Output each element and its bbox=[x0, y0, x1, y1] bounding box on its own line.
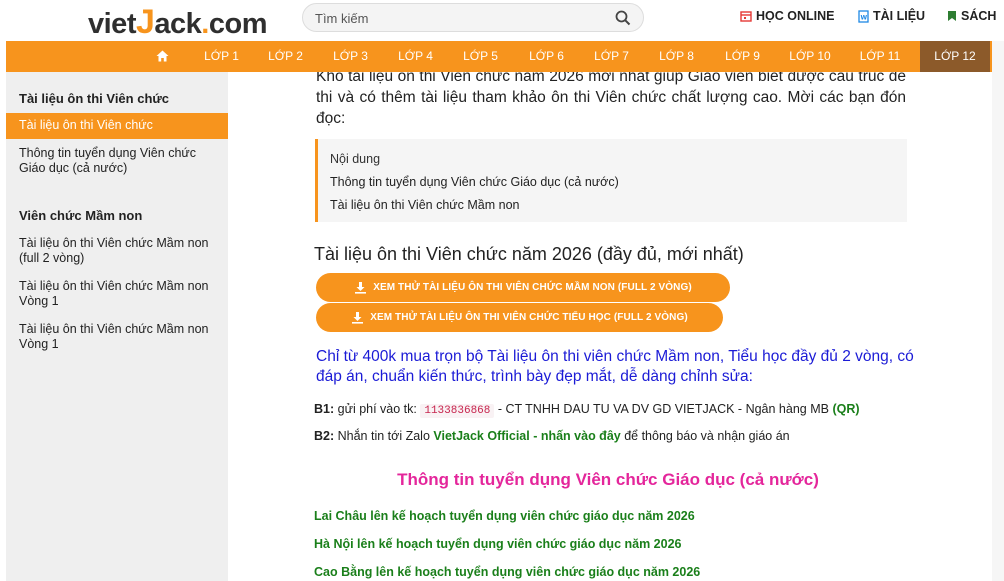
sidebar-item-tai-lieu-active[interactable]: Tài liệu ôn thi Viên chức bbox=[6, 113, 228, 139]
download-mam-non-button[interactable]: XEM THỬ TÀI LIỆU ÔN THI VIÊN CHỨC MẦM NO… bbox=[316, 273, 730, 302]
toc-link-mam-non[interactable]: Tài liệu ôn thi Viên chức Mầm non bbox=[330, 198, 519, 212]
document-icon: W bbox=[858, 9, 869, 23]
logo-text-ack: ack bbox=[154, 8, 202, 40]
main-content: Kho tài liệu ôn thi Viên chức năm 2026 m… bbox=[228, 72, 1004, 581]
recruit-link-cao-bang[interactable]: Cao Bằng lên kế hoạch tuyển dụng viên ch… bbox=[314, 565, 700, 579]
hoc-online-label: HỌC ONLINE bbox=[756, 9, 835, 23]
sidebar-item-mam-non-vong-1b[interactable]: Tài liệu ôn thi Viên chức Mầm non Vòng 1 bbox=[19, 322, 219, 352]
bank-account-number: 1133836868 bbox=[420, 404, 495, 418]
table-of-contents: Nội dung Thông tin tuyển dụng Viên chức … bbox=[315, 139, 907, 222]
toc-link-tuyen-dung[interactable]: Thông tin tuyển dụng Viên chức Giáo dục … bbox=[330, 175, 619, 189]
sidebar-heading-tai-lieu: Tài liệu ôn thi Viên chức bbox=[19, 91, 170, 106]
nav-lop-12[interactable]: LỚP 12 bbox=[920, 41, 990, 72]
zalo-link[interactable]: VietJack Official - nhấn vào đây bbox=[433, 429, 620, 443]
nav-lop-2[interactable]: LỚP 2 bbox=[263, 41, 308, 72]
step-1: B1: gửi phí vào tk: 1133836868 - CT TNHH… bbox=[314, 402, 860, 418]
recruit-link-lai-chau[interactable]: Lai Châu lên kế hoạch tuyển dụng viên ch… bbox=[314, 509, 695, 523]
toc-title: Nội dung bbox=[330, 152, 381, 166]
step-1-label: B1: bbox=[314, 402, 335, 416]
download-mam-non-label: XEM THỬ TÀI LIỆU ÔN THI VIÊN CHỨC MẦM NO… bbox=[373, 282, 692, 293]
bookmark-icon bbox=[948, 11, 956, 21]
svg-text:W: W bbox=[861, 14, 868, 21]
recruit-heading: Thông tin tuyển dụng Viên chức Giáo dục … bbox=[397, 470, 819, 489]
logo-text-j: J bbox=[135, 3, 155, 41]
step-2: B2: Nhắn tin tới Zalo VietJack Official … bbox=[314, 429, 790, 443]
sidebar-heading-mam-non: Viên chức Mầm non bbox=[19, 208, 143, 223]
sach-label: SÁCH bbox=[961, 9, 997, 23]
nav-lop-10[interactable]: LỚP 10 bbox=[785, 41, 835, 72]
search-input[interactable] bbox=[315, 9, 605, 27]
nav-lop-5[interactable]: LỚP 5 bbox=[458, 41, 503, 72]
nav-lop-8[interactable]: LỚP 8 bbox=[654, 41, 699, 72]
home-icon[interactable] bbox=[156, 50, 169, 62]
nav-lop-1[interactable]: LỚP 1 bbox=[199, 41, 244, 72]
tai-lieu-label: TÀI LIỆU bbox=[873, 9, 926, 23]
download-tieu-hoc-button[interactable]: XEM THỬ TÀI LIỆU ÔN THI VIÊN CHỨC TIỂU H… bbox=[316, 303, 723, 332]
nav-lop-7[interactable]: LỚP 7 bbox=[589, 41, 634, 72]
step-2-suffix: để thông báo và nhận giáo án bbox=[620, 429, 790, 443]
sidebar-item-label: Tài liệu ôn thi Viên chức bbox=[19, 118, 153, 132]
intro-paragraph: Kho tài liệu ôn thi Viên chức năm 2026 m… bbox=[316, 72, 906, 127]
logo-text-com: com bbox=[208, 8, 268, 40]
nav-lop-9[interactable]: LỚP 9 bbox=[720, 41, 765, 72]
grade-nav-bar: LỚP 1 LỚP 2 LỚP 3 LỚP 4 LỚP 5 LỚP 6 LỚP … bbox=[6, 41, 992, 72]
top-header: vietJack.com HỌC ONLINE W TÀI LIỆU SÁCH bbox=[0, 0, 1004, 41]
recruit-link-ha-noi[interactable]: Hà Nội lên kế hoạch tuyển dụng viên chức… bbox=[314, 537, 681, 551]
step-1-bank: - CT TNHH DAU TU VA DV GD VIETJACK - Ngâ… bbox=[494, 402, 833, 416]
download-tieu-hoc-label: XEM THỬ TÀI LIỆU ÔN THI VIÊN CHỨC TIỂU H… bbox=[370, 312, 688, 323]
download-icon bbox=[352, 312, 364, 324]
sidebar-item-mam-non-full[interactable]: Tài liệu ôn thi Viên chức Mầm non (full … bbox=[19, 236, 219, 266]
sidebar-item-tuyen-dung[interactable]: Thông tin tuyển dụng Viên chức Giáo dục … bbox=[19, 146, 219, 176]
nav-lop-11[interactable]: LỚP 11 bbox=[855, 41, 905, 72]
tai-lieu-link[interactable]: W TÀI LIỆU bbox=[858, 9, 925, 23]
logo-text-viet: viet bbox=[88, 8, 136, 40]
step-1-text: gửi phí vào tk: bbox=[334, 402, 421, 416]
sidebar: Tài liệu ôn thi Viên chức Tài liệu ôn th… bbox=[6, 72, 228, 581]
nav-lop-6[interactable]: LỚP 6 bbox=[524, 41, 569, 72]
nav-lop-3[interactable]: LỚP 3 bbox=[328, 41, 373, 72]
promo-text: Chỉ từ 400k mua trọn bộ Tài liệu ôn thi … bbox=[316, 348, 914, 385]
nav-lop-4[interactable]: LỚP 4 bbox=[393, 41, 438, 72]
sidebar-item-mam-non-vong-1[interactable]: Tài liệu ôn thi Viên chức Mầm non Vòng 1 bbox=[19, 279, 219, 309]
hoc-online-link[interactable]: HỌC ONLINE bbox=[740, 9, 834, 23]
download-icon bbox=[355, 282, 367, 294]
section-title: Tài liệu ôn thi Viên chức năm 2026 (đầy … bbox=[314, 244, 744, 264]
sach-link[interactable]: SÁCH bbox=[947, 9, 996, 23]
page-scrollbar[interactable] bbox=[992, 41, 1004, 581]
step-2-label: B2: bbox=[314, 429, 335, 443]
logo-dot: . bbox=[201, 8, 209, 40]
search-box bbox=[302, 3, 644, 32]
search-icon[interactable] bbox=[615, 10, 631, 26]
qr-link[interactable]: (QR) bbox=[832, 402, 859, 416]
vietjack-logo[interactable]: vietJack.com bbox=[88, 3, 268, 42]
step-2-text: Nhắn tin tới Zalo bbox=[334, 429, 434, 443]
calendar-icon bbox=[740, 11, 752, 22]
